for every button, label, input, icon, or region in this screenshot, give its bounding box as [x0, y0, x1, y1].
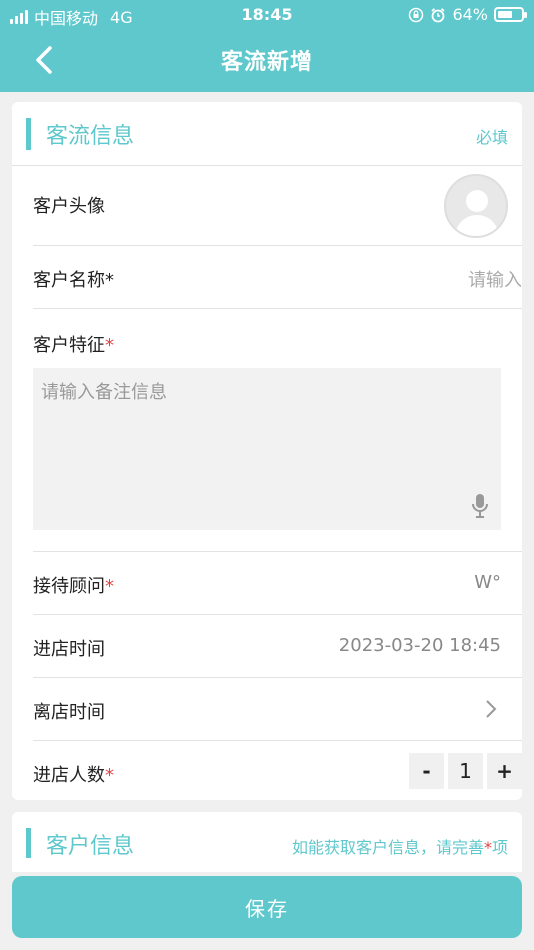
section-tip: 如能获取客户信息，请完善*项 — [291, 838, 508, 857]
flow-info-header: 客流信息 必填 — [12, 102, 522, 166]
battery-icon — [494, 7, 527, 22]
quantity-stepper: - 1 + — [409, 753, 522, 789]
flow-info-card: 客流信息 必填 客户头像 客户名称* 请输入 客户特征* 接待顾问* W° 进店… — [12, 102, 522, 800]
section-marker — [26, 828, 31, 858]
customer-name-label: 客户名称* — [33, 270, 114, 291]
visitor-count-label: 进店人数* — [33, 765, 114, 786]
leave-time-label: 离店时间 — [33, 702, 105, 723]
advisor-value: W° — [474, 572, 501, 593]
battery-percent: 64% — [452, 5, 488, 24]
avatar-row[interactable]: 客户头像 — [33, 166, 522, 246]
customer-feature-label: 客户特征* — [33, 335, 114, 356]
microphone-icon[interactable] — [470, 492, 490, 520]
advisor-row[interactable]: 接待顾问* W° — [33, 552, 522, 615]
advisor-label: 接待顾问* — [33, 576, 114, 597]
section-title: 客户信息 — [46, 834, 135, 859]
customer-feature-textarea[interactable] — [33, 368, 501, 530]
section-tip: 必填 — [475, 128, 508, 147]
leave-time-row[interactable]: 离店时间 — [33, 678, 522, 741]
avatar-placeholder-icon[interactable] — [444, 174, 508, 238]
section-marker — [26, 118, 31, 150]
avatar-label: 客户头像 — [33, 196, 105, 217]
customer-name-row[interactable]: 客户名称* 请输入 — [33, 246, 522, 309]
arrive-time-label: 进店时间 — [33, 639, 105, 660]
customer-info-card: 客户信息 如能获取客户信息，请完善*项 — [12, 812, 522, 872]
visitor-count-row: 进店人数* - 1 + — [33, 741, 522, 800]
status-right: 64% — [408, 5, 527, 24]
alarm-icon — [431, 7, 446, 22]
increment-button[interactable]: + — [487, 753, 522, 789]
rotation-lock-icon — [409, 7, 424, 22]
nav-bar: 客流新增 — [0, 32, 534, 90]
chevron-right-icon[interactable] — [484, 698, 498, 720]
section-title: 客流信息 — [46, 124, 135, 149]
quantity-value[interactable]: 1 — [448, 753, 483, 789]
customer-name-input[interactable]: 请输入 — [468, 266, 522, 292]
arrive-time-row[interactable]: 进店时间 2023-03-20 18:45 — [33, 615, 522, 678]
page-title: 客流新增 — [220, 50, 313, 75]
header: 中国移动 4G 18:45 64% 客流新增 — [0, 0, 534, 92]
status-bar: 中国移动 4G 18:45 64% — [0, 0, 534, 30]
arrive-time-value: 2023-03-20 18:45 — [338, 635, 501, 656]
save-button[interactable]: 保存 — [12, 876, 522, 938]
decrement-button[interactable]: - — [409, 753, 444, 789]
